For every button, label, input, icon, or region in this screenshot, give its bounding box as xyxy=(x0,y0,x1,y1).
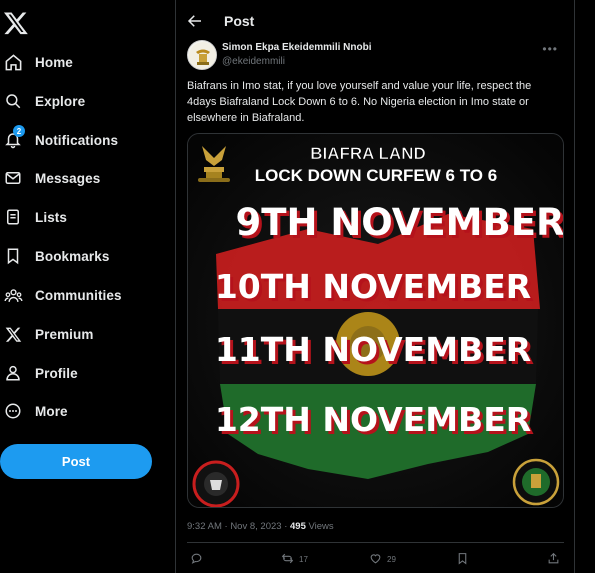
divider xyxy=(187,542,564,543)
sidebar-item-messages[interactable]: Messages xyxy=(0,163,100,193)
like-count: 29 xyxy=(387,555,396,564)
sidebar-item-label: Profile xyxy=(35,365,78,381)
tweet-image[interactable]: BIAFRA LAND LOCK DOWN CURFEW 6 TO 6 9TH … xyxy=(187,133,564,508)
image-subtitle: LOCK DOWN CURFEW 6 TO 6 xyxy=(255,166,497,185)
tweet-meta: 9:32 AM · Nov 8, 2023 · 495 Views xyxy=(187,521,334,532)
post-detail-column: Post Simon Ekpa Ekeidemmili Nnobi @ekeid… xyxy=(175,0,575,573)
sidebar-item-label: Communities xyxy=(35,287,122,303)
left-sidebar: Home Explore 2 Notifications Messages Li… xyxy=(0,0,176,573)
page-title: Post xyxy=(224,13,255,29)
more-circle-icon xyxy=(2,400,24,422)
sidebar-item-explore[interactable]: Explore xyxy=(0,86,85,116)
reply-icon xyxy=(190,552,203,567)
tweet-date[interactable]: Nov 8, 2023 xyxy=(230,521,281,532)
bell-icon: 2 xyxy=(2,125,25,151)
sidebar-item-communities[interactable]: Communities xyxy=(0,280,122,310)
date-line-2: 10TH NOVEMBER 10TH NOVEMBER xyxy=(215,267,534,309)
back-arrow-icon[interactable] xyxy=(186,12,204,30)
sidebar-item-label: Home xyxy=(35,54,73,70)
views-count: 495 xyxy=(290,521,306,532)
notification-badge: 2 xyxy=(13,125,25,137)
views-label: Views xyxy=(308,521,334,532)
date-text: 12TH NOVEMBER xyxy=(215,400,531,439)
post-button[interactable]: Post xyxy=(0,444,152,479)
sidebar-item-home[interactable]: Home xyxy=(0,47,73,77)
heart-icon xyxy=(369,552,382,567)
author-name[interactable]: Simon Ekpa Ekeidemmili Nnobi xyxy=(222,42,371,53)
resistance-fighters-seal-icon xyxy=(192,460,240,507)
sidebar-item-label: More xyxy=(35,403,68,419)
sidebar-item-more[interactable]: More xyxy=(0,396,68,426)
date-line-1: 9TH NOVEMBER 9TH NOVEMBER xyxy=(236,201,564,247)
retweet-button[interactable]: 17 xyxy=(281,552,308,567)
bookmark-icon xyxy=(2,245,24,267)
date-line-3: 11TH NOVEMBER 11TH NOVEMBER xyxy=(215,330,534,372)
sidebar-item-label: Notifications xyxy=(35,132,119,148)
government-seal-icon xyxy=(512,458,560,506)
sidebar-item-label: Premium xyxy=(35,326,94,342)
mail-icon xyxy=(2,167,24,189)
image-title: BIAFRA LAND xyxy=(310,144,426,163)
x-logo-icon[interactable] xyxy=(3,10,29,36)
date-text: 11TH NOVEMBER xyxy=(215,330,531,369)
sidebar-item-label: Explore xyxy=(35,93,86,109)
list-icon xyxy=(2,206,24,228)
more-options-icon[interactable]: ••• xyxy=(542,42,558,56)
like-button[interactable]: 29 xyxy=(369,552,396,567)
sidebar-item-label: Messages xyxy=(35,170,101,186)
sidebar-item-label: Lists xyxy=(35,209,68,225)
post-header: Post xyxy=(176,0,576,42)
sidebar-item-premium[interactable]: Premium xyxy=(0,319,93,349)
retweet-count: 17 xyxy=(299,555,308,564)
sidebar-item-label: Bookmarks xyxy=(35,248,110,264)
date-text: 9TH NOVEMBER xyxy=(236,201,564,244)
person-icon xyxy=(2,362,24,384)
bookmark-button[interactable] xyxy=(456,552,469,567)
date-text: 10TH NOVEMBER xyxy=(215,267,531,306)
retweet-icon xyxy=(281,552,294,567)
communities-icon xyxy=(2,284,24,306)
share-button[interactable] xyxy=(547,552,560,567)
tweet-time[interactable]: 9:32 AM xyxy=(187,521,222,532)
home-icon xyxy=(2,51,24,73)
sidebar-item-notifications[interactable]: 2 Notifications xyxy=(0,125,118,155)
author-handle[interactable]: @ekeidemmili xyxy=(222,56,285,67)
avatar[interactable] xyxy=(187,40,217,70)
search-icon xyxy=(2,90,24,112)
reply-button[interactable] xyxy=(190,552,203,567)
x-logo-icon xyxy=(2,323,24,345)
bookmark-icon xyxy=(456,552,469,567)
share-icon xyxy=(547,552,560,567)
date-line-4: 12TH NOVEMBER 12TH NOVEMBER xyxy=(215,400,534,442)
sidebar-item-lists[interactable]: Lists xyxy=(0,202,67,232)
tweet-actions: 17 29 xyxy=(187,552,564,570)
sidebar-item-bookmarks[interactable]: Bookmarks xyxy=(0,241,109,271)
sidebar-item-profile[interactable]: Profile xyxy=(0,358,78,388)
tweet-text: Biafrans in Imo stat, if you love yourse… xyxy=(187,80,532,124)
